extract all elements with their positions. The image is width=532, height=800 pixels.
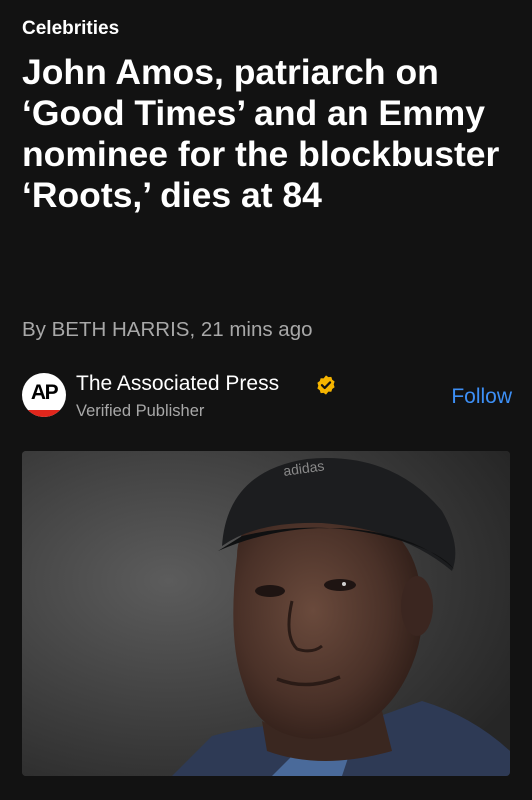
- verified-check-icon: [317, 375, 335, 395]
- article-byline: By BETH HARRIS, 21 mins ago: [22, 318, 313, 341]
- category-label[interactable]: Celebrities: [22, 18, 119, 40]
- publisher-logo[interactable]: AP: [22, 373, 66, 417]
- publisher-name[interactable]: The Associated Press: [76, 372, 279, 396]
- article-headline: John Amos, patriarch on ‘Good Times’ and…: [22, 52, 500, 215]
- publisher-row: AP The Associated Press Verified Publish…: [22, 372, 512, 424]
- hero-image[interactable]: adidas: [22, 451, 510, 776]
- publisher-logo-text: AP: [30, 381, 59, 404]
- publisher-status: Verified Publisher: [76, 402, 205, 420]
- portrait-photo: adidas: [22, 451, 510, 776]
- follow-button[interactable]: Follow: [451, 385, 512, 409]
- publisher-logo-stripe: [22, 410, 66, 417]
